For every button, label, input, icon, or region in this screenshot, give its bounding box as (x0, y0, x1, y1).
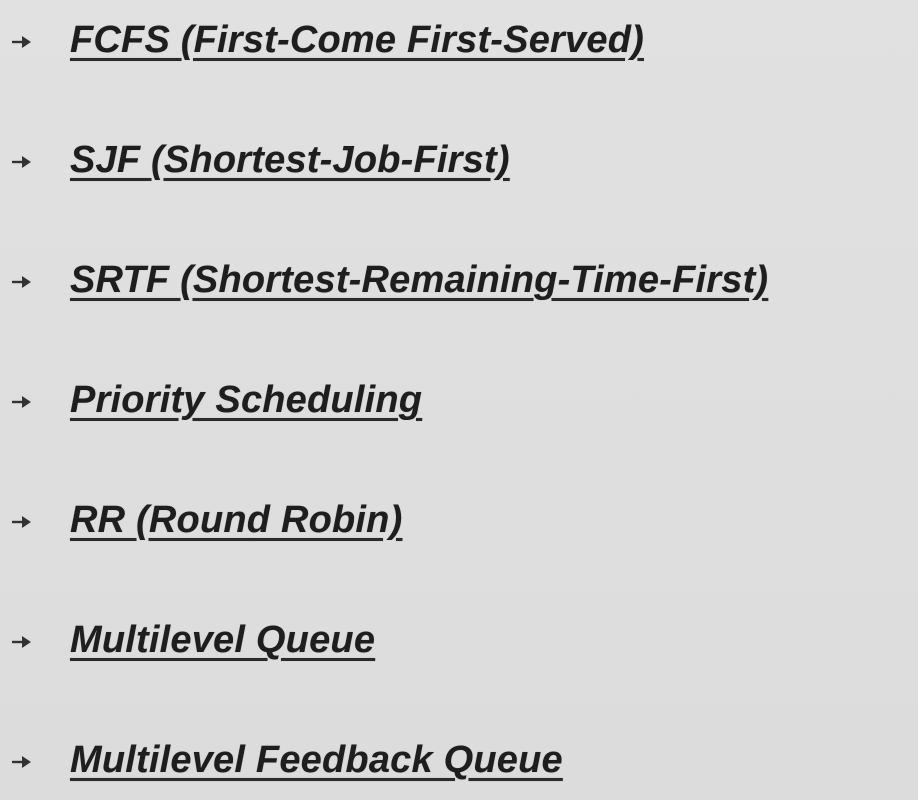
bullet-label: Multilevel Feedback Queue (70, 739, 563, 781)
list-item: Multilevel Queue (0, 610, 918, 670)
slide: FCFS (First-Come First-Served) SJF (Shor… (0, 0, 918, 800)
list-item: SRTF (Shortest-Remaining-Time-First) (0, 250, 918, 310)
bullet-label: FCFS (First-Come First-Served) (70, 19, 644, 61)
list-item: RR (Round Robin) (0, 490, 918, 550)
right-arrow-icon (10, 272, 34, 292)
list-item: SJF (Shortest-Job-First) (0, 130, 918, 190)
right-arrow-icon (10, 392, 34, 412)
list-item: FCFS (First-Come First-Served) (0, 10, 918, 70)
right-arrow-icon (10, 632, 34, 652)
right-arrow-icon (10, 752, 34, 772)
bullet-label: RR (Round Robin) (70, 499, 403, 541)
bullet-label: SJF (Shortest-Job-First) (70, 139, 510, 181)
list-item: Priority Scheduling (0, 370, 918, 430)
right-arrow-icon (10, 152, 34, 172)
right-arrow-icon (10, 512, 34, 532)
list-item: Multilevel Feedback Queue (0, 730, 918, 790)
bullet-label: SRTF (Shortest-Remaining-Time-First) (70, 259, 769, 301)
right-arrow-icon (10, 32, 34, 52)
bullet-label: Multilevel Queue (70, 619, 376, 661)
bullet-label: Priority Scheduling (70, 379, 423, 421)
